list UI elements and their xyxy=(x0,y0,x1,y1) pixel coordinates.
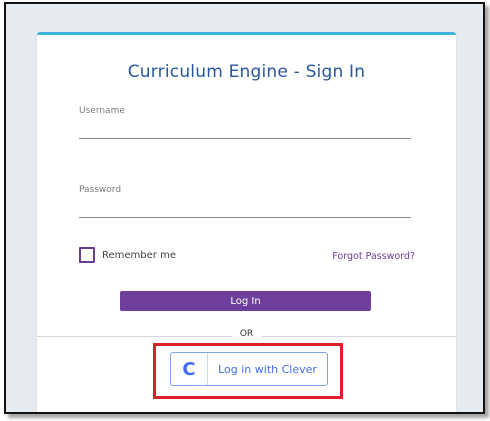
page-title: Curriculum Engine - Sign In xyxy=(127,62,366,82)
password-field[interactable] xyxy=(79,199,411,218)
remember-me-label: Remember me xyxy=(102,249,176,261)
password-label: Password xyxy=(79,185,122,195)
username-label: Username xyxy=(79,106,125,116)
login-button[interactable]: Log In xyxy=(120,291,371,311)
clever-login-button[interactable]: C Log in with Clever xyxy=(170,352,328,386)
clever-button-label: Log in with Clever xyxy=(218,362,317,376)
remember-me-checkbox[interactable]: Remember me xyxy=(79,247,176,263)
or-divider-label: OR xyxy=(231,329,262,339)
username-field[interactable] xyxy=(79,120,411,139)
clever-logo-icon: C xyxy=(171,353,208,385)
checkbox-box[interactable] xyxy=(79,247,95,263)
forgot-password-link[interactable]: Forgot Password? xyxy=(332,251,415,262)
screenshot-frame: Curriculum Engine - Sign In Username Pas… xyxy=(4,2,485,414)
